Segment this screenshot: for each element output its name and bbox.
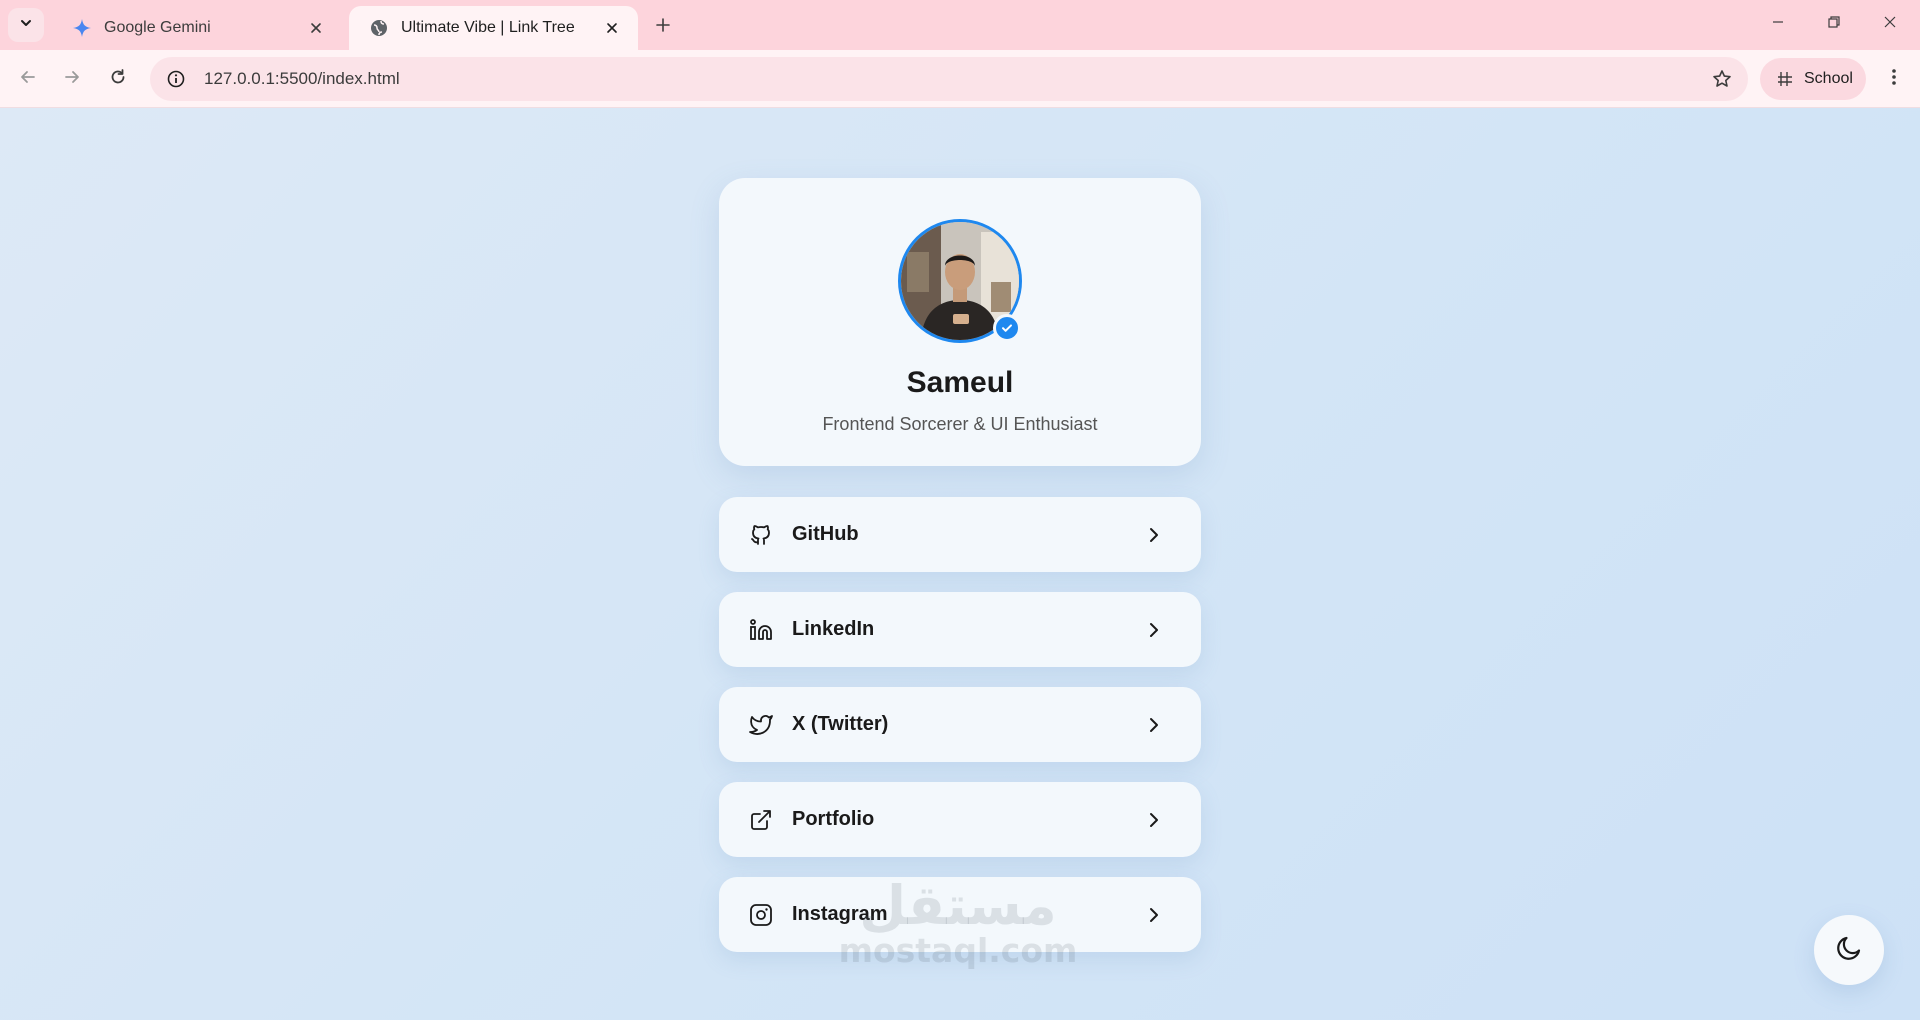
- link-label: Instagram: [792, 903, 888, 925]
- profile-label: School: [1804, 70, 1853, 87]
- link-label: GitHub: [792, 523, 859, 545]
- avatar-container: [898, 219, 1022, 343]
- tab-title: Google Gemini: [104, 19, 211, 36]
- chevron-right-icon: [1141, 712, 1167, 738]
- moon-icon: [1834, 933, 1864, 968]
- link-label: Portfolio: [792, 808, 875, 830]
- close-icon[interactable]: [304, 16, 328, 40]
- close-window-button[interactable]: [1862, 6, 1918, 42]
- browser-menu-button[interactable]: [1876, 61, 1912, 97]
- minimize-button[interactable]: [1750, 6, 1806, 42]
- globe-icon: [369, 18, 389, 38]
- gemini-icon: [72, 18, 92, 38]
- chevron-down-icon: [19, 16, 33, 35]
- tab-title: Ultimate Vibe | Link Tree: [401, 19, 575, 36]
- restore-icon: [1827, 15, 1841, 34]
- forward-button[interactable]: [54, 61, 90, 97]
- link-label: LinkedIn: [792, 618, 875, 640]
- link-twitter[interactable]: X (Twitter): [719, 687, 1201, 762]
- bookmark-star-icon[interactable]: [1704, 61, 1740, 97]
- page-viewport: Sameul Frontend Sorcerer & UI Enthusiast…: [0, 108, 1920, 1020]
- reload-icon: [109, 68, 127, 91]
- profile-tagline: Frontend Sorcerer & UI Enthusiast: [822, 414, 1098, 434]
- browser-toolbar: 127.0.0.1:5500/index.html School: [0, 50, 1920, 108]
- link-linkedin[interactable]: LinkedIn: [719, 592, 1201, 667]
- tab-strip: Google Gemini Ultimate Vibe | Link Tree: [0, 0, 1920, 50]
- close-icon: [1883, 15, 1897, 34]
- chevron-right-icon: [1141, 807, 1167, 833]
- plus-icon: [655, 17, 671, 38]
- verified-badge-icon: [993, 314, 1021, 342]
- theme-toggle-button[interactable]: [1814, 915, 1884, 985]
- instagram-icon: [747, 901, 775, 929]
- twitter-icon: [747, 711, 775, 739]
- address-bar[interactable]: 127.0.0.1:5500/index.html: [150, 57, 1748, 101]
- arrow-left-icon: [19, 68, 37, 91]
- close-icon[interactable]: [600, 16, 624, 40]
- tab-search-button[interactable]: [8, 8, 44, 42]
- link-label: X (Twitter): [792, 713, 889, 735]
- link-github[interactable]: GitHub: [719, 497, 1201, 572]
- chevron-right-icon: [1141, 617, 1167, 643]
- back-button[interactable]: [10, 61, 46, 97]
- tab-google-gemini[interactable]: Google Gemini: [52, 6, 342, 50]
- restore-button[interactable]: [1806, 6, 1862, 42]
- profile-card: Sameul Frontend Sorcerer & UI Enthusiast: [719, 178, 1201, 466]
- linkedin-icon: [747, 616, 775, 644]
- external-link-icon: [747, 806, 775, 834]
- link-instagram[interactable]: Instagram: [719, 877, 1201, 952]
- chevron-right-icon: [1141, 902, 1167, 928]
- site-info-icon[interactable]: [154, 57, 198, 101]
- more-vertical-icon: [1891, 68, 1897, 91]
- chevron-right-icon: [1141, 522, 1167, 548]
- profile-name: Sameul: [906, 366, 1014, 399]
- new-tab-button[interactable]: [648, 12, 678, 42]
- profile-button[interactable]: School: [1760, 58, 1866, 100]
- reload-button[interactable]: [100, 61, 136, 97]
- minimize-icon: [1771, 15, 1785, 34]
- link-portfolio[interactable]: Portfolio: [719, 782, 1201, 857]
- tab-ultimate-vibe[interactable]: Ultimate Vibe | Link Tree: [349, 6, 638, 50]
- profile-icon: [1774, 68, 1796, 90]
- url-text[interactable]: 127.0.0.1:5500/index.html: [204, 69, 400, 89]
- github-icon: [747, 521, 775, 549]
- arrow-right-icon: [63, 68, 81, 91]
